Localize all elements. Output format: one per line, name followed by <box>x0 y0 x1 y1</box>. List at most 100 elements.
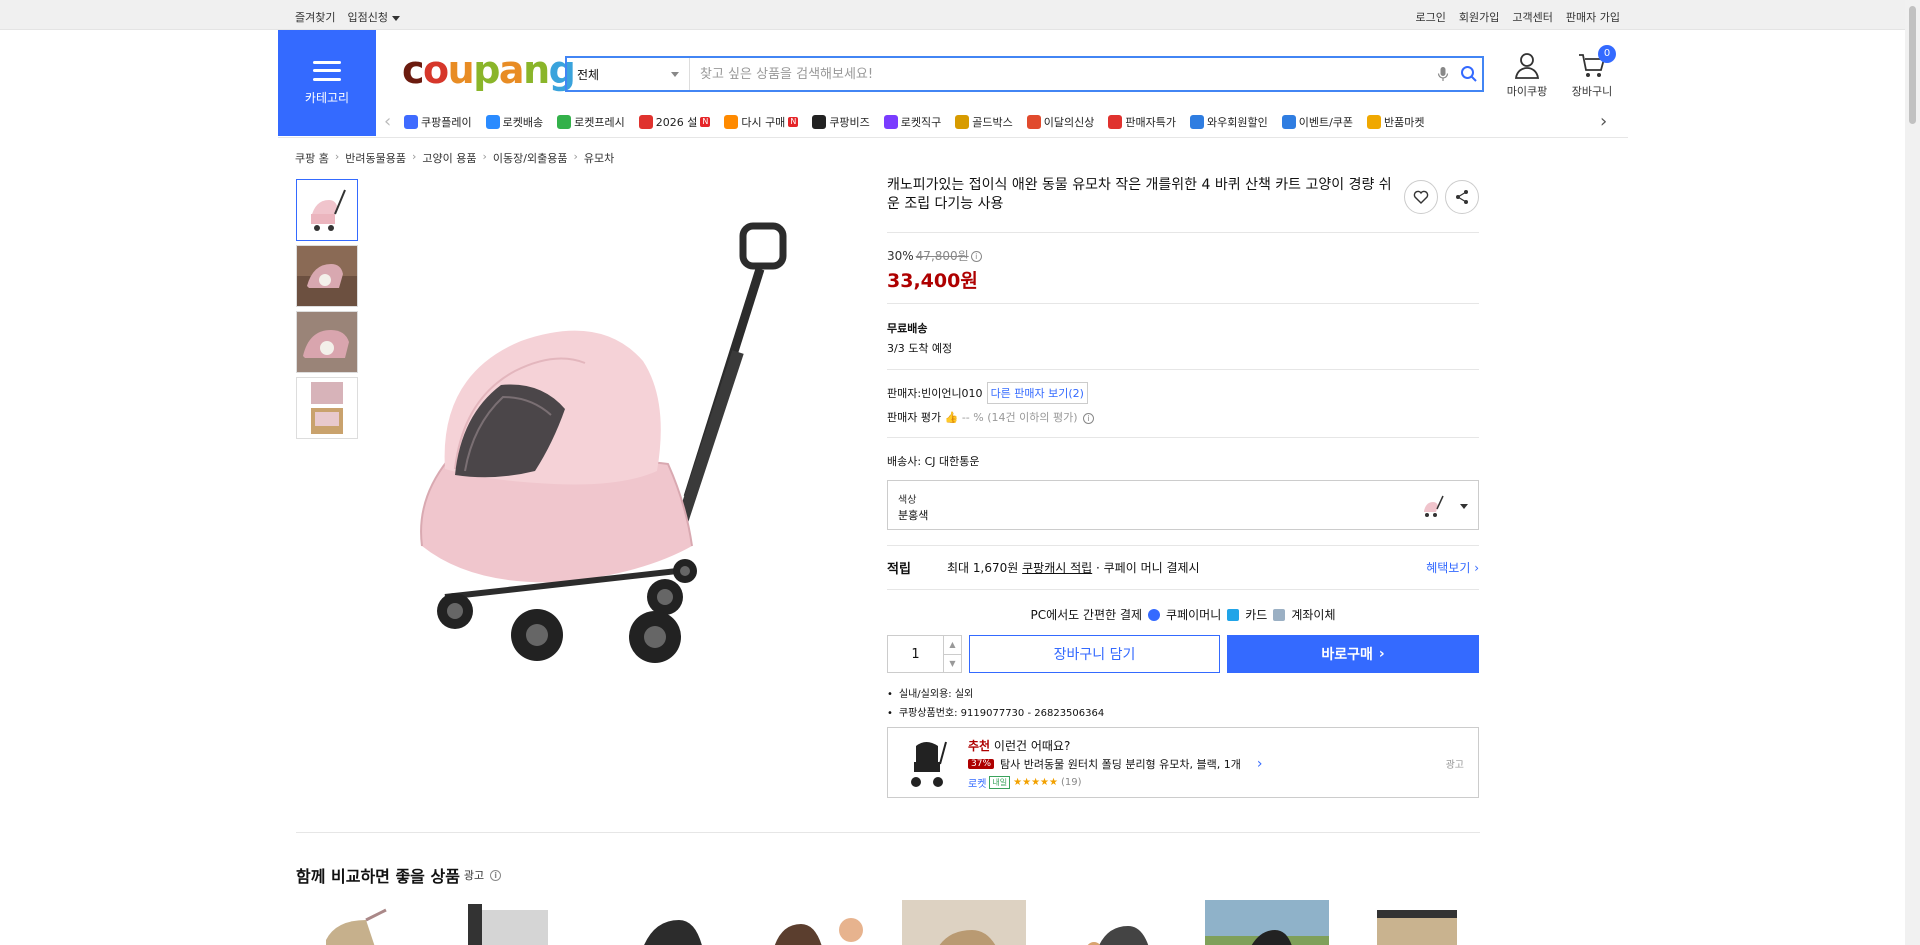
compare-product-image[interactable] <box>1357 900 1481 945</box>
nav-item-label: 로켓배송 <box>502 116 544 129</box>
compare-product-image[interactable] <box>1205 900 1329 945</box>
info-icon[interactable]: i <box>1083 412 1094 424</box>
other-sellers-button[interactable]: 다른 판매자 보기(2) <box>986 382 1088 404</box>
nav-item[interactable]: 로켓직구 <box>883 114 942 130</box>
add-to-cart-button[interactable]: 장바구니 담기 <box>969 635 1220 673</box>
nav-item-label: 2026 설 <box>655 116 698 129</box>
color-option-select[interactable]: 색상 분홍색 <box>887 480 1479 530</box>
compare-product-image[interactable] <box>599 900 723 945</box>
divider <box>887 437 1479 438</box>
shipping-type: 무료배송 <box>887 322 928 335</box>
quantity-input[interactable]: 1 <box>888 647 943 662</box>
cart-count-badge: 0 <box>1598 45 1616 63</box>
compare-product-image[interactable] <box>902 900 1026 945</box>
share-button[interactable] <box>1445 180 1479 214</box>
coupang-cash-link[interactable]: 쿠팡캐시 적립 <box>1022 559 1092 576</box>
breadcrumb-item[interactable]: 이동장/외출용품 <box>493 150 568 166</box>
nav-item[interactable]: 이달의신상 <box>1026 114 1094 130</box>
search-scope-select[interactable]: 전체 <box>567 58 690 90</box>
breadcrumb-item[interactable]: 쿠팡 홈 <box>295 150 329 166</box>
seller-rating: 판매자 평가 👍 -- % (14건 이하의 평가) i <box>887 409 1479 425</box>
my-coupang-button[interactable]: 마이쿠팡 <box>1505 52 1549 99</box>
nav-item-label: 와우회원할인 <box>1206 116 1268 129</box>
recommendation-meta: 로켓 내일 ★★★★★ (19) <box>968 775 1082 790</box>
nav-item[interactable]: 반품마켓 <box>1367 114 1425 130</box>
search-input[interactable] <box>690 58 1430 90</box>
divider <box>887 369 1479 370</box>
nav-item-label: 반품마켓 <box>1384 116 1425 129</box>
buy-now-button[interactable]: 바로구매 › <box>1227 635 1479 673</box>
seller-name[interactable]: 빈이언니010 <box>921 387 982 400</box>
thumbnail-2[interactable] <box>296 245 358 307</box>
reward-max: 최대 1,670원 <box>947 561 1019 575</box>
chevron-right-icon[interactable]: › <box>1257 756 1263 772</box>
nav-item[interactable]: 2026 설N <box>638 114 711 130</box>
wishlist-button[interactable] <box>1404 180 1438 214</box>
price-discount-line: 30% 47,800원 i <box>887 247 1479 264</box>
nav-item[interactable]: 와우회원할인 <box>1189 114 1268 130</box>
info-icon[interactable]: i <box>970 251 982 262</box>
search-icon[interactable] <box>1456 58 1482 90</box>
divider <box>887 232 1479 233</box>
reward-tail: · 쿠페이 머니 결제시 <box>1096 561 1200 575</box>
thumbnail-3[interactable] <box>296 311 358 373</box>
thumbs-up-icon: 👍 <box>944 411 959 424</box>
signup-link[interactable]: 회원가입 <box>1459 9 1499 25</box>
rocket-fresh-icon <box>557 115 572 129</box>
nav-item[interactable]: 쿠팡플레이 <box>404 114 472 130</box>
new-badge: N <box>788 117 799 127</box>
bookmark-link[interactable]: 즐겨찾기 <box>295 9 335 25</box>
nav-item[interactable]: 이벤트/쿠폰 <box>1281 114 1353 130</box>
scrollbar-thumb[interactable] <box>1909 6 1916 124</box>
seller-deal-icon <box>1108 115 1123 129</box>
coupang-logo[interactable]: coupang <box>402 48 576 92</box>
customer-center-link[interactable]: 고객센터 <box>1512 9 1552 25</box>
nav-prev-icon[interactable]: ‹ <box>384 112 398 132</box>
increment-icon[interactable]: ▲ <box>944 636 961 655</box>
recommend-tag: 추천 <box>968 739 991 753</box>
new-icon <box>1026 115 1041 129</box>
nav-item[interactable]: 로켓배송 <box>485 114 544 130</box>
compare-product-image[interactable] <box>296 900 420 945</box>
recommended-product-name[interactable]: 탐사 반려동물 원터치 폴딩 분리형 유모차, 블랙, 1개 <box>1000 756 1241 772</box>
nav-next-icon[interactable]: › <box>1600 112 1614 132</box>
review-count: (19) <box>1060 777 1082 788</box>
nav-item[interactable]: 다시 구매 N <box>724 114 799 130</box>
seller-label: 판매자: <box>887 387 922 400</box>
quantity-stepper: 1 ▲ ▼ <box>887 635 962 673</box>
microphone-icon[interactable] <box>1430 58 1456 90</box>
page-scrollbar[interactable] <box>1905 0 1920 945</box>
info-icon[interactable]: i <box>490 869 502 881</box>
thumbnail-1[interactable] <box>296 179 358 241</box>
coupon-icon <box>1281 115 1296 129</box>
recommendation-card[interactable]: 추천 이런건 어때요? 37% 탐사 반려동물 원터치 폴딩 분리형 유모차, … <box>887 727 1479 798</box>
option-value: 분홍색 <box>898 509 929 522</box>
cart-button[interactable]: 0 장바구니 <box>1568 45 1616 99</box>
benefit-link[interactable]: 혜택보기 › <box>1426 559 1479 576</box>
compare-product-image[interactable] <box>448 900 572 945</box>
thumbnail-4[interactable] <box>296 377 358 439</box>
breadcrumb-item[interactable]: 반려동물용품 <box>345 150 406 166</box>
benefit-label: 혜택보기 <box>1426 561 1471 575</box>
divider <box>887 303 1479 304</box>
spec-item: 쿠팡상품번호: 9119077730 - 26823506364 <box>887 704 1479 719</box>
nav-item[interactable]: 쿠팡비즈 <box>812 114 870 130</box>
category-menu-button[interactable]: 카테고리 <box>278 30 376 136</box>
nav-item-label: 로켓직구 <box>900 116 942 129</box>
breadcrumb-item[interactable]: 유모차 <box>584 150 614 166</box>
breadcrumb-item[interactable]: 고양이 용품 <box>422 150 476 166</box>
compare-product-image[interactable] <box>751 900 875 945</box>
nav-item[interactable]: 로켓프레시 <box>557 114 625 130</box>
nav-item-label: 다시 구매 <box>741 116 786 129</box>
decrement-icon[interactable]: ▼ <box>944 655 961 673</box>
seller-signup-link[interactable]: 판매자 가입 <box>1566 9 1620 25</box>
main-product-image[interactable] <box>385 179 825 679</box>
nav-item[interactable]: 판매자특가 <box>1108 114 1176 130</box>
compare-section-title: 함께 비교하면 좋을 상품 광고 i <box>296 863 502 887</box>
seller-apply-link[interactable]: 입점신청 <box>347 9 400 25</box>
cart-label: 장바구니 <box>1571 85 1613 98</box>
login-link[interactable]: 로그인 <box>1416 9 1446 25</box>
compare-product-image[interactable] <box>1054 900 1178 945</box>
nav-item[interactable]: 골드박스 <box>955 114 1013 130</box>
hamburger-icon <box>313 60 341 81</box>
